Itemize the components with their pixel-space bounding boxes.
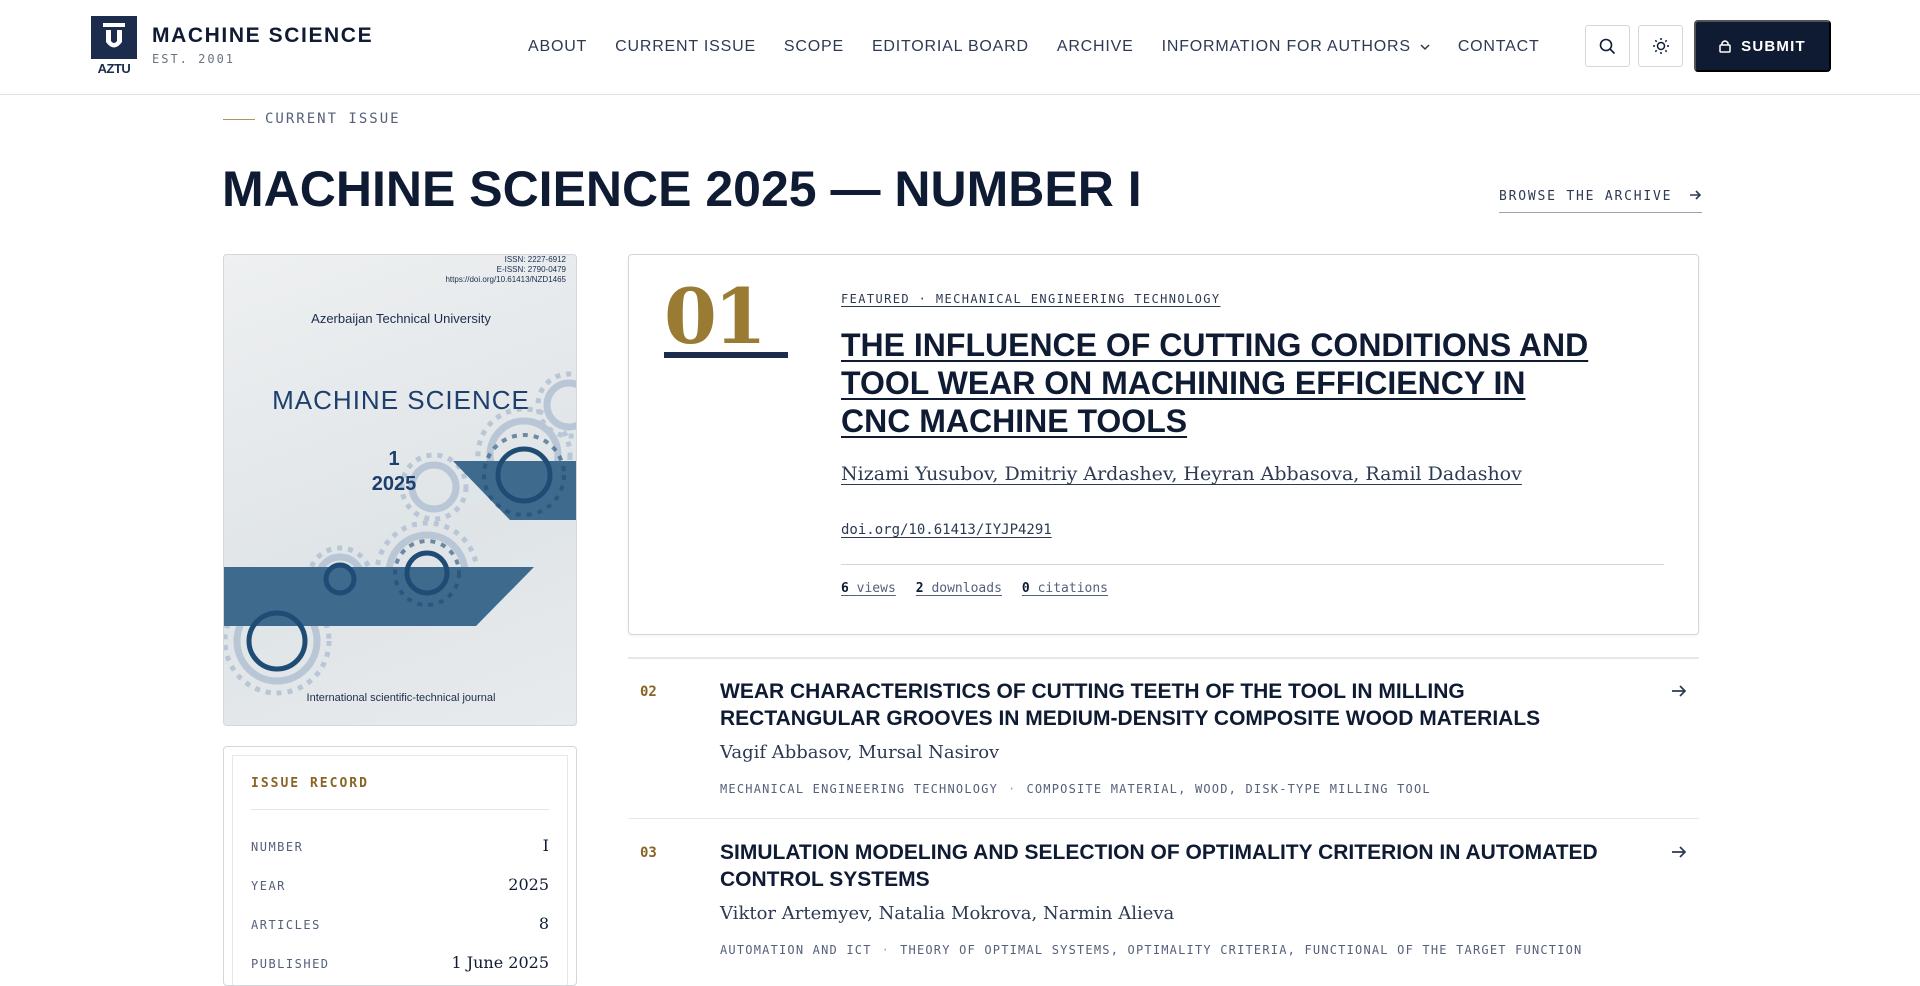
featured-article-doi[interactable]: doi.org/10.61413/IYJP4291	[841, 522, 1052, 538]
featured-article-stats: 6 views 2 downloads 0 citations	[841, 581, 1108, 596]
lock-icon	[1719, 40, 1731, 53]
record-key: YEAR	[251, 879, 286, 893]
meta-separator: ·	[881, 943, 891, 957]
nav-archive[interactable]: ARCHIVE	[1057, 38, 1134, 56]
record-row-number: NUMBER I	[251, 836, 549, 855]
citations-count: 0	[1021, 581, 1030, 596]
citations-label: citations	[1037, 581, 1109, 596]
article-category: MECHANICAL ENGINEERING TECHNOLOGY	[720, 782, 999, 796]
browse-archive-label: BROWSE THE ARCHIVE	[1499, 189, 1673, 204]
downloads-label: downloads	[931, 581, 1002, 596]
article-number: 02	[640, 684, 657, 700]
arrow-right-icon[interactable]	[1671, 684, 1687, 698]
brand-established: EST. 2001	[152, 52, 236, 66]
submit-button[interactable]: SUBMIT	[1694, 20, 1831, 72]
search-button[interactable]	[1585, 25, 1630, 67]
theme-toggle-button[interactable]	[1638, 25, 1683, 67]
submit-label: SUBMIT	[1741, 37, 1806, 55]
citations-stat[interactable]: 0 citations	[1022, 581, 1108, 596]
issue-record-title: ISSUE RECORD	[251, 776, 369, 791]
featured-category-link[interactable]: FEATURED · MECHANICAL ENGINEERING TECHNO…	[841, 292, 1220, 306]
record-row-published: PUBLISHED 1 June 2025	[251, 953, 549, 972]
nav-information-for-authors[interactable]: INFORMATION FOR AUTHORS	[1162, 38, 1430, 56]
cover-title: MACHINE SCIENCE	[272, 385, 530, 415]
browse-archive-link[interactable]: BROWSE THE ARCHIVE	[1499, 189, 1702, 213]
issue-record-divider	[251, 809, 549, 810]
cover-year: 2025	[371, 473, 417, 495]
nav-current-issue[interactable]: CURRENT ISSUE	[615, 38, 756, 56]
featured-article-authors[interactable]: Nizami Yusubov, Dmitriy Ardashev, Heyran…	[841, 463, 1522, 485]
article-title[interactable]: SIMULATION MODELING AND SELECTION OF OPT…	[720, 839, 1620, 893]
featured-number-underline	[664, 352, 788, 358]
article-keywords: COMPOSITE MATERIAL, WOOD, DISK-TYPE MILL…	[1026, 782, 1431, 796]
search-icon	[1599, 38, 1616, 54]
arrow-right-icon[interactable]	[1671, 845, 1687, 859]
views-count: 6	[841, 581, 849, 596]
record-key: NUMBER	[251, 840, 304, 854]
meta-separator: ·	[1008, 782, 1017, 796]
issue-cover[interactable]: ISSN: 2227-6912 E-ISSN: 2790-0479 https:…	[223, 254, 577, 726]
section-label: CURRENT ISSUE	[265, 111, 401, 127]
article-authors: Viktor Artemyev, Natalia Mokrova, Narmin…	[720, 903, 1175, 924]
cover-issue-number: 1 2025	[344, 447, 444, 497]
chevron-down-icon	[1420, 43, 1430, 50]
cover-footer: International scientific-technical journ…	[306, 692, 496, 704]
cover-university: Azerbaijan Technical University	[311, 311, 491, 326]
article-title[interactable]: WEAR CHARACTERISTICS OF CUTTING TEETH OF…	[720, 678, 1620, 732]
downloads-count: 2	[915, 581, 924, 596]
featured-divider	[841, 564, 1664, 565]
list-item[interactable]: 02 WEAR CHARACTERISTICS OF CUTTING TEETH…	[628, 659, 1699, 820]
record-value: 8	[538, 914, 549, 933]
nav-editorial-board[interactable]: EDITORIAL BOARD	[872, 38, 1029, 56]
record-value: I	[542, 836, 549, 855]
brand-name: MACHINE SCIENCE	[152, 24, 374, 47]
list-item[interactable]: 03 SIMULATION MODELING AND SELECTION OF …	[628, 820, 1699, 975]
views-label: views	[856, 581, 896, 596]
article-category: AUTOMATION AND ICT	[720, 943, 872, 957]
article-meta: AUTOMATION AND ICT · THEORY OF OPTIMAL SYS…	[720, 943, 1583, 957]
record-value: 2025	[508, 875, 549, 894]
page-title: MACHINE SCIENCE 2025 — NUMBER I	[222, 161, 1142, 217]
record-row-year: YEAR 2025	[251, 875, 549, 894]
site-header: AZTU MACHINE SCIENCE EST. 2001 ABOUT CUR…	[0, 0, 1920, 95]
logo-text: AZTU	[97, 61, 131, 76]
featured-article-number: 01	[664, 272, 767, 361]
eyebrow-rule	[223, 118, 255, 120]
nav-contact[interactable]: CONTACT	[1458, 38, 1540, 56]
nav-about[interactable]: ABOUT	[528, 38, 587, 56]
section-eyebrow: CURRENT ISSUE	[223, 111, 401, 127]
featured-article-card: 01 FEATURED · MECHANICAL ENGINEERING TEC…	[628, 254, 1699, 635]
cover-number: 1	[388, 448, 400, 470]
main-nav: ABOUT CURRENT ISSUE SCOPE EDITORIAL BOAR…	[528, 38, 1568, 56]
article-separator	[628, 818, 1699, 819]
featured-article-title[interactable]: THE INFLUENCE OF CUTTING CONDITIONS AND …	[841, 326, 1601, 440]
brand[interactable]: MACHINE SCIENCE EST. 2001	[152, 24, 373, 66]
article-number: 03	[640, 845, 657, 861]
issue-record-card: ISSUE RECORD NUMBER I YEAR 2025 ARTICLES…	[223, 746, 577, 986]
downloads-stat[interactable]: 2 downloads	[916, 581, 1002, 596]
views-stat[interactable]: 6 views	[841, 581, 896, 596]
record-key: PUBLISHED	[251, 957, 330, 971]
record-key: ARTICLES	[251, 918, 321, 932]
shield-icon	[91, 16, 137, 59]
article-meta: MECHANICAL ENGINEERING TECHNOLOGY · COMPOS…	[720, 782, 1431, 796]
nav-information-for-authors-label: INFORMATION FOR AUTHORS	[1161, 38, 1411, 55]
arrow-right-icon	[1689, 190, 1702, 200]
nav-scope[interactable]: SCOPE	[784, 38, 844, 56]
article-keywords: THEORY OF OPTIMAL SYSTEMS, OPTIMALITY CR…	[900, 943, 1583, 957]
issue-record-inner: ISSUE RECORD NUMBER I YEAR 2025 ARTICLES…	[232, 755, 568, 985]
record-row-articles: ARTICLES 8	[251, 914, 549, 933]
article-authors: Vagif Abbasov, Mursal Nasirov	[720, 742, 1000, 763]
aztu-logo[interactable]: AZTU	[91, 16, 137, 76]
record-value: 1 June 2025	[451, 953, 549, 972]
sun-icon	[1652, 38, 1669, 54]
